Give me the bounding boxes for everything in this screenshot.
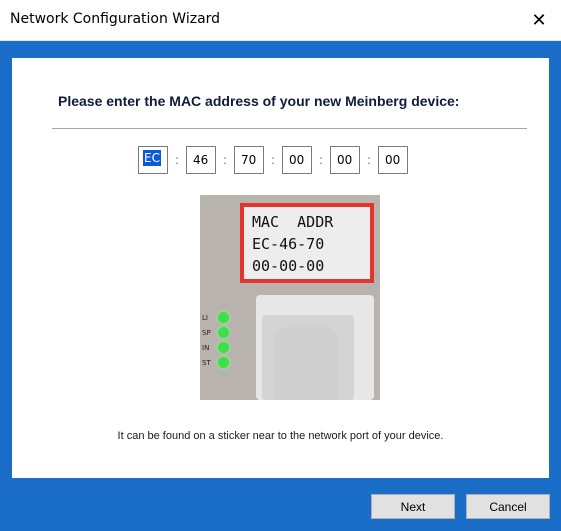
close-icon[interactable]: ✕ [517,0,561,40]
led-icon [218,327,229,338]
mac-address-input-row: EC : 46 : 70 : 00 : 00 : 00 [138,145,408,175]
mac-octet-6-input[interactable]: 00 [378,146,408,174]
divider [52,128,527,129]
content-panel: Please enter the MAC address of your new… [12,58,549,478]
led-label: SP [202,328,211,337]
mac-separator: : [367,153,371,167]
sticker-line-2: EC-46-70 [252,235,325,253]
mac-separator: : [223,153,227,167]
window-title: Network Configuration Wizard [10,11,221,27]
mac-octet-2-input[interactable]: 46 [186,146,216,174]
cancel-button[interactable]: Cancel [466,494,550,519]
mac-separator: : [319,153,323,167]
page-heading: Please enter the MAC address of your new… [58,93,460,109]
mac-octet-1-value: EC [143,150,161,166]
title-bar: Network Configuration Wizard ✕ [0,0,561,41]
next-button[interactable]: Next [371,494,455,519]
mac-octet-3-input[interactable]: 70 [234,146,264,174]
sticker-line-3: 00-00-00 [252,257,325,275]
mac-separator: : [175,153,179,167]
led-label: ST [202,358,211,367]
hint-caption: It can be found on a sticker near to the… [117,430,444,442]
led-icon [218,312,229,323]
status-leds: LI SP IN ST [202,310,252,370]
led-label: LI [202,313,208,322]
led-label: IN [202,343,210,352]
led-icon [218,357,229,368]
ethernet-plug [274,327,338,400]
sticker-line-1: MAC ADDR [252,213,334,231]
mac-separator: : [271,153,275,167]
mac-octet-4-input[interactable]: 00 [282,146,312,174]
mac-sticker: MAC ADDR EC-46-70 00-00-00 [240,203,374,283]
device-photo: MAC ADDR EC-46-70 00-00-00 LI SP IN ST [200,195,380,400]
wizard-frame: Please enter the MAC address of your new… [0,41,561,531]
mac-octet-5-input[interactable]: 00 [330,146,360,174]
led-icon [218,342,229,353]
network-port [256,295,374,400]
mac-octet-1-input[interactable]: EC [138,146,168,174]
